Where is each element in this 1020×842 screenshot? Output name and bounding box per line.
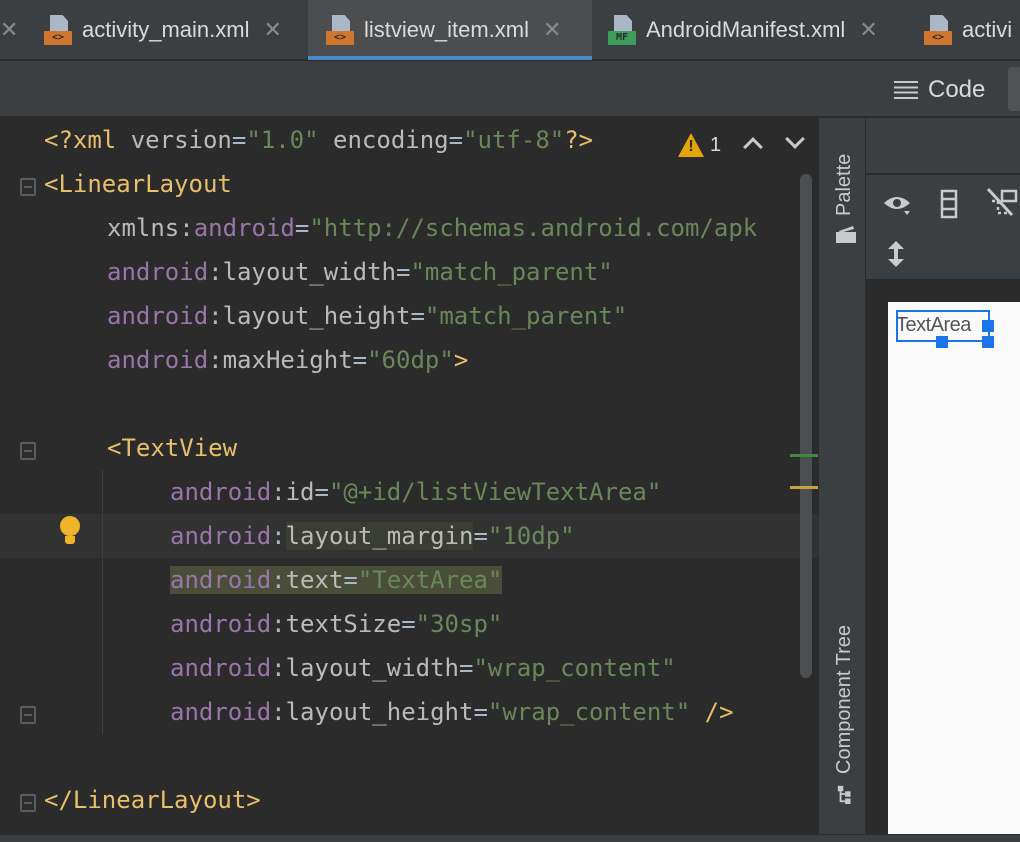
close-icon[interactable]: ✕	[543, 17, 561, 43]
code-line-16: </LinearLayout>	[44, 786, 261, 814]
resize-handle[interactable]	[982, 336, 994, 348]
blueprint-toggle-icon[interactable]	[984, 187, 1020, 219]
eye-icon[interactable]	[882, 193, 914, 219]
resize-handle[interactable]	[982, 320, 994, 332]
tab-overflow-close[interactable]: ✕	[0, 0, 40, 60]
manifest-file-icon: MF	[608, 15, 636, 45]
component-tree-tab[interactable]: Component Tree	[833, 625, 856, 774]
design-toolbar	[866, 175, 1020, 279]
lightbulb-icon[interactable]	[58, 516, 82, 546]
editor-scrollbar[interactable]	[800, 174, 812, 678]
code-line-2: <LinearLayout	[44, 170, 232, 198]
design-header	[866, 118, 1020, 174]
editor-toolbar: Code	[0, 61, 1020, 117]
fold-marker-icon[interactable]	[20, 442, 36, 460]
code-line-5: android:layout_height="match_parent"	[107, 302, 628, 330]
status-edge	[0, 834, 1020, 842]
warning-count: 1	[710, 133, 722, 156]
resize-handle[interactable]	[936, 336, 948, 348]
inspection-widget[interactable]: 1	[678, 128, 721, 162]
tab-label: listview_item.xml	[364, 17, 530, 42]
tab-activity-overflow[interactable]: <> activi	[924, 0, 1012, 60]
next-highlight-icon[interactable]	[785, 129, 805, 149]
code-line-6: android:maxHeight="60dp">	[107, 346, 469, 374]
close-icon[interactable]: ✕	[859, 17, 877, 43]
close-icon[interactable]: ✕	[263, 17, 281, 43]
code-line-8: <TextView	[107, 434, 238, 462]
device-orientation-icon[interactable]	[940, 189, 958, 219]
code-editor[interactable]: <?xml version="1.0" encoding="utf-8"?> 1…	[0, 118, 818, 834]
code-view-label: Code	[928, 76, 986, 103]
layout-preview-canvas[interactable]: TextArea	[888, 302, 1020, 834]
design-panel: TextArea	[866, 118, 1020, 834]
xml-file-icon: <>	[326, 15, 354, 45]
palette-icon[interactable]	[835, 224, 857, 244]
code-line-13: android:layout_width="wrap_content"	[170, 654, 676, 682]
fold-marker-icon[interactable]	[20, 706, 36, 724]
tab-label: activity_main.xml	[82, 17, 250, 42]
tab-listview-item[interactable]: <> listview_item.xml ✕	[308, 0, 592, 60]
component-tree-icon[interactable]	[835, 784, 857, 804]
previous-highlight-icon[interactable]	[743, 137, 763, 157]
palette-tab[interactable]: Palette	[833, 154, 856, 216]
warning-marker[interactable]	[790, 486, 818, 489]
code-view-icon	[894, 81, 918, 99]
fold-marker-icon[interactable]	[20, 794, 36, 812]
code-line-11: android:text="TextArea"	[170, 566, 503, 594]
code-line-12: android:textSize="30sp"	[170, 610, 503, 638]
code-line-4: android:layout_width="match_parent"	[107, 258, 613, 286]
code-view-button[interactable]: Code	[894, 73, 985, 107]
tab-label: AndroidManifest.xml	[646, 17, 846, 42]
indent-guide	[102, 470, 103, 734]
code-line-14: android:layout_height="wrap_content" />	[170, 698, 734, 726]
xml-file-icon: <>	[924, 15, 952, 45]
xml-file-icon: <>	[44, 15, 72, 45]
design-side-strip: Palette Component Tree	[818, 118, 866, 834]
code-line-1: <?xml version="1.0" encoding="utf-8"?>	[44, 126, 594, 154]
fold-marker-icon[interactable]	[20, 178, 36, 196]
split-view-button[interactable]	[1008, 67, 1020, 111]
code-line-9: android:id="@+id/listViewTextArea"	[170, 478, 662, 506]
warning-icon	[678, 133, 704, 157]
tab-label: activi	[962, 17, 1013, 42]
tab-activity-main[interactable]: <> activity_main.xml ✕	[44, 0, 282, 60]
resize-vertical-icon[interactable]	[886, 239, 906, 269]
close-icon[interactable]: ✕	[0, 17, 18, 43]
editor-tab-bar: ✕ <> activity_main.xml ✕ <> listview_ite…	[0, 0, 1020, 60]
code-line-3: xmlns:android="http://schemas.android.co…	[107, 214, 758, 242]
change-marker[interactable]	[790, 454, 818, 457]
tab-android-manifest[interactable]: MF AndroidManifest.xml ✕	[608, 0, 878, 60]
code-line-10: android:layout_margin="10dp"	[170, 522, 575, 550]
